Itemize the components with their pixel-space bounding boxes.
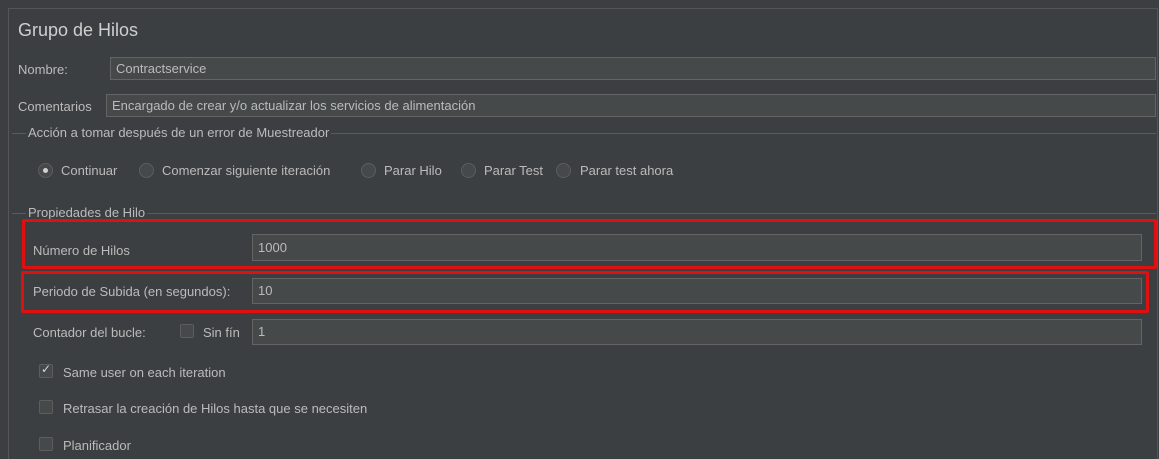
loop-count-label: Contador del bucle: [33,325,146,340]
radio-comenzar-siguiente-iteracion[interactable] [139,163,154,178]
radio-continuar-label: Continuar [61,163,118,178]
radio-parar-test-label: Parar Test [484,163,544,178]
loop-forever-checkbox[interactable] [180,324,194,338]
delay-creation-label: Retrasar la creación de Hilos hasta que … [63,401,368,416]
radio-parar-test[interactable] [461,163,476,178]
delay-creation-checkbox[interactable] [39,400,53,414]
comments-field[interactable]: Encargado de crear y/o actualizar los se… [106,94,1156,117]
thread-props-group-border [12,213,1156,214]
scheduler-checkbox[interactable] [39,437,53,451]
radio-parar-test-ahora[interactable] [556,163,571,178]
loop-forever-label: Sin fín [203,325,240,340]
scheduler-label: Planificador [63,438,131,453]
radio-parar-hilo-label: Parar Hilo [384,163,442,178]
same-user-label: Same user on each iteration [63,365,226,380]
radio-parar-test-ahora-label: Parar test ahora [580,163,674,178]
name-label: Nombre: [18,62,68,77]
comments-label: Comentarios [18,99,92,114]
name-field[interactable]: Contractservice [110,57,1156,80]
same-user-checkbox[interactable]: ✓ [39,362,53,378]
checkmark-icon: ✓ [41,362,52,376]
highlight-ramp-up [21,271,1149,313]
radio-continuar[interactable] [38,163,53,178]
thread-props-group-title: Propiedades de Hilo [26,205,148,220]
error-action-group-title: Acción a tomar después de un error de Mu… [26,125,332,140]
page-title: Grupo de Hilos [18,20,139,40]
loop-count-field[interactable]: 1 [252,319,1142,345]
radio-comenzar-siguiente-iteracion-label: Comenzar siguiente iteración [162,163,331,178]
radio-parar-hilo[interactable] [361,163,376,178]
highlight-num-threads [22,219,1157,269]
